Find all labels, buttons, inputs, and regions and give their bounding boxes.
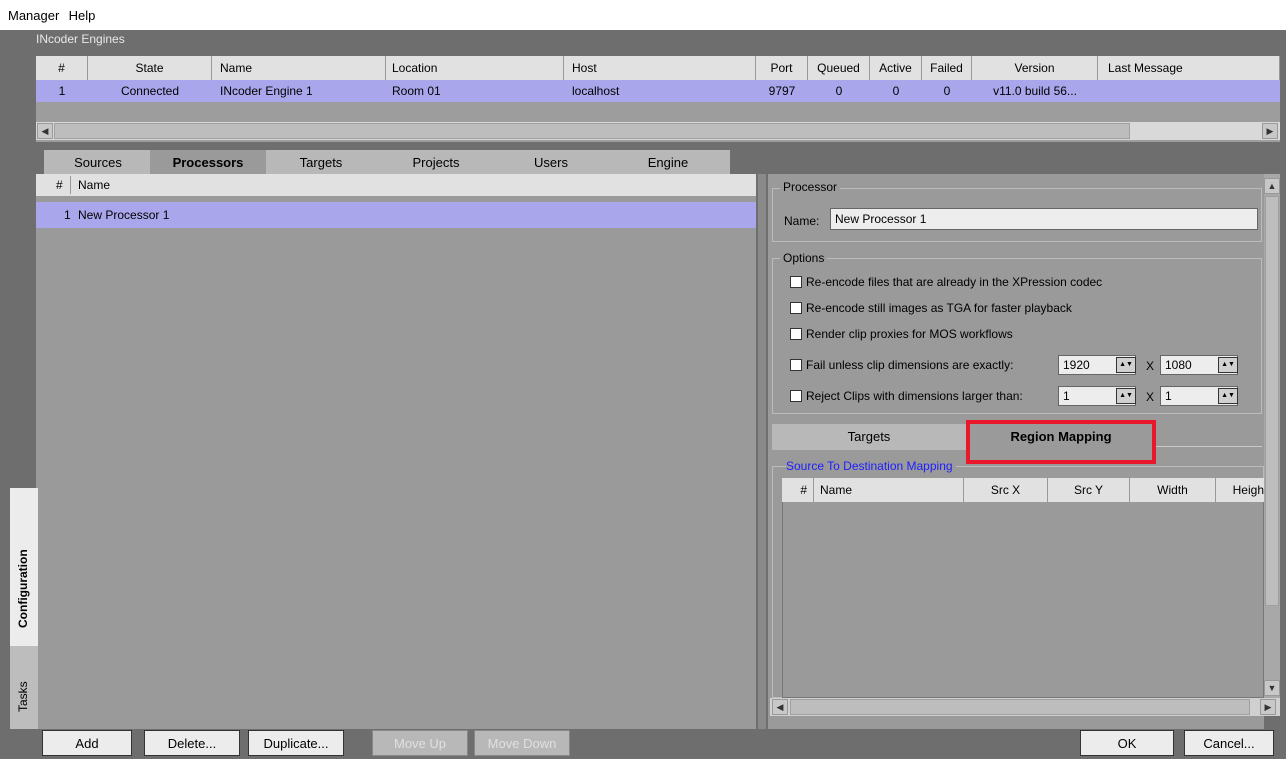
mapping-col-src-x[interactable]: Src X bbox=[964, 478, 1048, 502]
fail-unless-checkbox[interactable] bbox=[790, 359, 802, 371]
scroll-right-icon[interactable]: ▶ bbox=[1260, 699, 1276, 715]
fail-height-spinner[interactable]: ▲▼ bbox=[1218, 357, 1238, 373]
column-divider bbox=[70, 176, 71, 194]
menu-manager[interactable]: Manager bbox=[8, 8, 59, 23]
processors-col-index[interactable]: # bbox=[56, 178, 63, 192]
render-proxies-checkbox[interactable] bbox=[790, 328, 802, 340]
side-tab-configuration-label: Configuration bbox=[16, 549, 30, 628]
engines-col-index[interactable]: # bbox=[36, 56, 88, 80]
list-item[interactable]: 1 New Processor 1 bbox=[36, 202, 756, 228]
processors-list-header: # Name bbox=[36, 174, 756, 196]
engines-col-failed[interactable]: Failed bbox=[922, 56, 972, 80]
fail-unless-label: Fail unless clip dimensions are exactly: bbox=[806, 358, 1014, 372]
fail-width-spinner[interactable]: ▲▼ bbox=[1116, 357, 1136, 373]
mapping-group-label: Source To Destination Mapping bbox=[786, 459, 956, 473]
engine-host: localhost bbox=[572, 84, 620, 98]
scroll-up-icon[interactable]: ▲ bbox=[1264, 178, 1280, 194]
processor-name: New Processor 1 bbox=[78, 208, 170, 222]
processor-name-field[interactable]: New Processor 1 bbox=[830, 208, 1258, 230]
engines-col-port[interactable]: Port bbox=[756, 56, 808, 80]
engine-failed: 0 bbox=[943, 84, 951, 98]
tab-users[interactable]: Users bbox=[496, 150, 606, 174]
engines-col-version[interactable]: Version bbox=[972, 56, 1098, 80]
engines-col-active[interactable]: Active bbox=[870, 56, 922, 80]
reject-height-spinner[interactable]: ▲▼ bbox=[1218, 388, 1238, 404]
engine-version: v11.0 build 56... bbox=[993, 84, 1077, 98]
engine-last-message bbox=[1108, 80, 1278, 102]
reencode-codec-label: Re-encode files that are already in the … bbox=[806, 275, 1103, 289]
side-tab-tasks-label: Tasks bbox=[16, 681, 30, 712]
engines-horizontal-scrollbar[interactable]: ◀ ▶ bbox=[36, 122, 1280, 140]
scroll-right-icon[interactable]: ▶ bbox=[1262, 123, 1278, 139]
reject-x-separator: X bbox=[1146, 390, 1155, 404]
mapping-col-height[interactable]: Heigh bbox=[1216, 478, 1264, 502]
menu-help[interactable]: Help bbox=[69, 8, 96, 23]
tab-processors[interactable]: Processors bbox=[150, 150, 266, 174]
engines-col-state[interactable]: State bbox=[88, 56, 212, 80]
engine-index: 1 bbox=[58, 84, 66, 98]
table-row[interactable]: 1 Connected INcoder Engine 1 Room 01 loc… bbox=[36, 80, 1280, 102]
scroll-thumb[interactable] bbox=[1265, 196, 1279, 606]
reencode-tga-label: Re-encode still images as TGA for faster… bbox=[806, 301, 1072, 315]
name-label: Name: bbox=[784, 214, 820, 228]
scroll-left-icon[interactable]: ◀ bbox=[37, 123, 53, 139]
engine-port: 9797 bbox=[768, 84, 796, 98]
scroll-thumb[interactable] bbox=[54, 123, 1130, 139]
subtab-underline bbox=[1156, 446, 1262, 447]
engines-section-title: INcoder Engines bbox=[36, 32, 125, 46]
mapping-horizontal-scrollbar[interactable]: ◀ ▶ bbox=[770, 698, 1280, 716]
tab-sources[interactable]: Sources bbox=[44, 150, 152, 174]
engines-col-name[interactable]: Name bbox=[212, 56, 386, 80]
reject-larger-label: Reject Clips with dimensions larger than… bbox=[806, 389, 1023, 403]
mapping-col-src-y[interactable]: Src Y bbox=[1048, 478, 1130, 502]
engine-queued: 0 bbox=[835, 84, 843, 98]
processor-group-label: Processor bbox=[780, 180, 841, 194]
move-up-button[interactable]: Move Up bbox=[372, 730, 468, 756]
mapping-table-header: # Name Src X Src Y Width Heigh bbox=[782, 478, 1264, 502]
tab-targets[interactable]: Targets bbox=[266, 150, 376, 174]
scroll-thumb[interactable] bbox=[790, 699, 1250, 715]
reencode-codec-checkbox[interactable] bbox=[790, 276, 802, 288]
engine-name: INcoder Engine 1 bbox=[220, 84, 313, 98]
mapping-col-width[interactable]: Width bbox=[1130, 478, 1216, 502]
tab-engine[interactable]: Engine bbox=[606, 150, 730, 174]
engine-location: Room 01 bbox=[392, 84, 441, 98]
mapping-col-name[interactable]: Name bbox=[814, 478, 964, 502]
reencode-tga-checkbox[interactable] bbox=[790, 302, 802, 314]
options-group-label: Options bbox=[780, 251, 828, 265]
menu-bar: Manager Help bbox=[0, 0, 1286, 30]
mapping-col-index[interactable]: # bbox=[782, 478, 814, 502]
details-vertical-scrollbar[interactable]: ▲ ▼ bbox=[1264, 174, 1280, 700]
side-tab-configuration[interactable]: Configuration bbox=[10, 488, 38, 646]
engines-col-last-message[interactable]: Last Message bbox=[1098, 56, 1280, 80]
add-button[interactable]: Add bbox=[42, 730, 132, 756]
reject-larger-checkbox[interactable] bbox=[790, 390, 802, 402]
highlight-box bbox=[966, 420, 1156, 464]
render-proxies-label: Render clip proxies for MOS workflows bbox=[806, 327, 1013, 341]
reject-width-spinner[interactable]: ▲▼ bbox=[1116, 388, 1136, 404]
subtab-targets[interactable]: Targets bbox=[772, 424, 966, 450]
engines-col-host[interactable]: Host bbox=[564, 56, 756, 80]
side-tab-tasks[interactable]: Tasks bbox=[10, 646, 38, 729]
processors-list-panel bbox=[36, 174, 756, 729]
duplicate-button[interactable]: Duplicate... bbox=[248, 730, 344, 756]
ok-button[interactable]: OK bbox=[1080, 730, 1174, 756]
mapping-table bbox=[782, 478, 1264, 698]
move-down-button[interactable]: Move Down bbox=[474, 730, 570, 756]
engine-active: 0 bbox=[892, 84, 900, 98]
processor-index: 1 bbox=[64, 208, 71, 222]
panel-splitter[interactable] bbox=[758, 174, 766, 729]
engines-col-queued[interactable]: Queued bbox=[808, 56, 870, 80]
scroll-left-icon[interactable]: ◀ bbox=[772, 699, 788, 715]
cancel-button[interactable]: Cancel... bbox=[1184, 730, 1274, 756]
fail-x-separator: X bbox=[1146, 359, 1155, 373]
scroll-down-icon[interactable]: ▼ bbox=[1264, 680, 1280, 696]
engines-col-location[interactable]: Location bbox=[386, 56, 564, 80]
tab-projects[interactable]: Projects bbox=[376, 150, 496, 174]
delete-button[interactable]: Delete... bbox=[144, 730, 240, 756]
engine-state: Connected bbox=[120, 84, 180, 98]
processors-col-name[interactable]: Name bbox=[78, 178, 110, 192]
